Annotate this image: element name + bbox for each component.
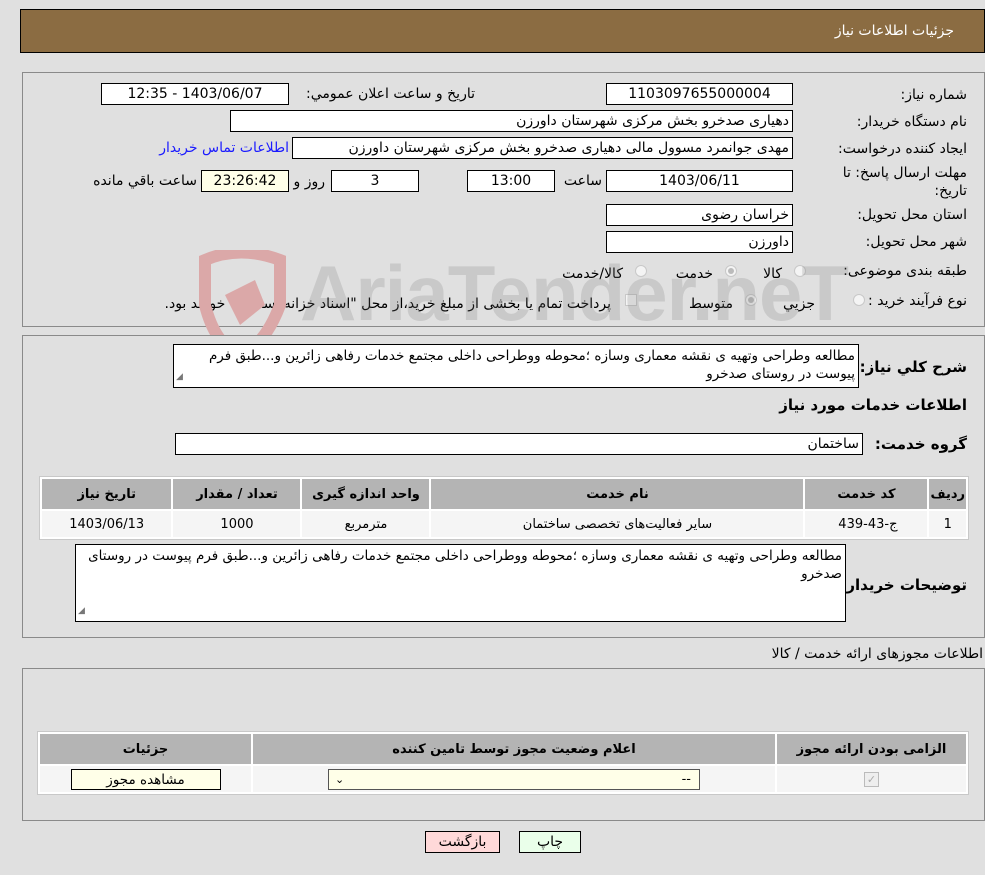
category-radio-service[interactable] [725,265,737,277]
table-row: ✓ -- ⌄ مشاهده مجوز [40,766,966,792]
city-field: داورزن [606,231,793,253]
col-code: کد خدمت [805,479,928,509]
description-label: شرح کلي نیاز: [859,358,967,376]
creator-field: مهدی جوانمرد مسوول مالی دهیاری صدخرو بخش… [292,137,793,159]
resize-handle-icon[interactable]: ◢ [78,602,85,620]
page-header: جزئیات اطلاعات نیاز [20,9,985,53]
services-table: ردیف کد خدمت نام خدمت واحد اندازه گیری ت… [39,476,969,540]
service-group-field: ساختمان [175,433,863,455]
category-option-goods: کالا [763,266,782,282]
cell-qty: 1000 [173,511,301,537]
back-button[interactable]: بازگشت [425,831,500,853]
cell-code: ج-43-439 [805,511,928,537]
resize-handle-icon[interactable]: ◢ [176,368,183,386]
permit-status-value: -- [681,771,691,787]
days-remaining-field: 3 [331,170,419,192]
announce-field: 1403/06/07 - 12:35 [101,83,289,105]
cell-permit-required: ✓ [777,766,966,792]
col-permit-required: الزامی بودن ارائه مجوز [777,734,966,764]
chevron-down-icon: ⌄ [335,772,345,786]
process-option-medium: متوسط [689,296,733,312]
process-option-minor: جزيي [783,296,815,312]
description-textarea[interactable]: مطالعه وطراحی وتهیه ی نقشه معماری وسازه … [173,344,859,388]
deadline-time-field: 13:00 [467,170,555,192]
col-permit-details: جزئیات [40,734,251,764]
permits-section-title: اطلاعات مجوزهای ارائه خدمت / کالا [771,646,983,662]
category-radio-goods-service[interactable] [635,265,647,277]
remaining-suffix: ساعت باقي مانده [93,173,197,189]
cell-date: 1403/06/13 [42,511,172,537]
process-label: نوع فرآیند خرید : [868,293,967,309]
buyer-notes-label: توضیحات خریدار: [840,576,967,594]
table-row: 1 ج-43-439 سایر فعالیت‌های تخصصی ساختمان… [42,511,966,537]
buyer-notes-text: مطالعه وطراحی وتهیه ی نقشه معماری وسازه … [88,548,842,582]
treasury-text: پرداخت تمام یا بخشی از مبلغ خرید،از محل … [164,296,611,312]
category-label: طبقه بندی موضوعی: [843,263,967,279]
province-label: استان محل تحویل: [857,207,967,223]
buyer-org-field: دهیاری صدخرو بخش مرکزی شهرستان داورزن [230,110,793,132]
province-field: خراسان رضوی [606,204,793,226]
cell-name: سایر فعالیت‌های تخصصی ساختمان [431,511,804,537]
col-unit: واحد اندازه گیری [302,479,430,509]
buyer-contact-link[interactable]: اطلاعات تماس خریدار [159,140,289,156]
city-label: شهر محل تحویل: [865,234,967,250]
need-number-label: شماره نیاز: [900,87,968,103]
deadline-label: مهلت ارسال پاسخ: تا تاریخ: [842,165,967,199]
description-text: مطالعه وطراحی وتهیه ی نقشه معماری وسازه … [208,348,855,382]
service-group-label: گروه خدمت: [874,435,967,453]
services-table-header: ردیف کد خدمت نام خدمت واحد اندازه گیری ت… [42,479,966,509]
process-radio-minor[interactable] [853,294,865,306]
deadline-date-field: 1403/06/11 [606,170,793,192]
cell-unit: مترمربع [302,511,430,537]
time-remaining-field: 23:26:42 [201,170,289,192]
cell-permit-status: -- ⌄ [253,766,775,792]
col-row: ردیف [929,479,966,509]
permits-table-header: الزامی بودن ارائه مجوز اعلام وضعیت مجوز … [40,734,966,764]
permit-status-select[interactable]: -- ⌄ [328,768,700,790]
category-radio-goods[interactable] [794,265,806,277]
print-button[interactable]: چاپ [519,831,581,853]
col-date: تاریخ نیاز [42,479,172,509]
treasury-checkbox[interactable] [625,294,637,306]
permits-table: الزامی بودن ارائه مجوز اعلام وضعیت مجوز … [37,731,969,795]
announce-label: تاریخ و ساعت اعلان عمومي: [306,86,475,102]
col-qty: تعداد / مقدار [173,479,301,509]
deadline-time-label: ساعت [563,173,602,189]
category-option-service: خدمت [675,266,713,282]
cell-row: 1 [929,511,966,537]
buyer-notes-textarea[interactable]: مطالعه وطراحی وتهیه ی نقشه معماری وسازه … [75,544,846,622]
need-number-field: 1103097655000004 [606,83,793,105]
col-permit-status: اعلام وضعیت مجوز توسط تامین کننده [253,734,775,764]
view-permit-button[interactable]: مشاهده مجوز [70,768,221,790]
buyer-org-label: نام دستگاه خریدار: [856,114,967,130]
process-radio-medium[interactable] [745,294,757,306]
creator-label: ایجاد کننده درخواست: [838,141,967,157]
services-section-title: اطلاعات خدمات مورد نیاز [779,396,967,414]
col-name: نام خدمت [431,479,804,509]
permit-required-checkbox: ✓ [864,771,879,787]
page-title: جزئیات اطلاعات نیاز [834,23,954,39]
cell-permit-details: مشاهده مجوز [40,766,251,792]
days-suffix: روز و [293,174,326,190]
category-option-goods-service: کالا/خدمت [562,266,623,282]
